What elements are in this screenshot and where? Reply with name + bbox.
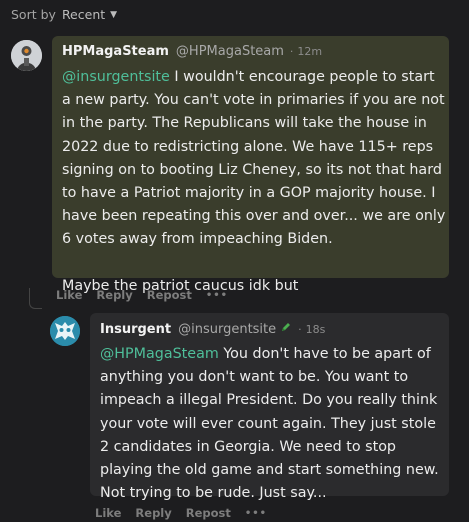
- reply-button[interactable]: Reply: [96, 288, 132, 302]
- pencil-icon: [282, 323, 291, 331]
- avatar[interactable]: [11, 40, 42, 71]
- repost-button[interactable]: Repost: [147, 288, 192, 302]
- like-button[interactable]: Like: [56, 288, 82, 302]
- comment-card: Insurgent @insurgentsite · 18s @HPMagaSt…: [90, 313, 449, 501]
- comment-text: I wouldn't encourage people to start a n…: [62, 69, 446, 248]
- comment-text: You don't have to be apart of anything y…: [100, 346, 439, 502]
- more-options-icon[interactable]: •••: [245, 508, 267, 519]
- author-handle[interactable]: @HPMagaSteam: [176, 44, 284, 59]
- comment-header: HPMagaSteam @HPMagaSteam · 12m: [62, 44, 322, 59]
- sort-value[interactable]: Recent: [62, 7, 105, 22]
- sort-control[interactable]: Sort by Recent ▼: [11, 7, 117, 22]
- more-options-icon[interactable]: •••: [206, 290, 228, 301]
- mention-link[interactable]: @HPMagaSteam: [100, 346, 219, 362]
- mention-link[interactable]: @insurgentsite: [62, 69, 170, 85]
- like-button[interactable]: Like: [95, 506, 121, 520]
- comment-actions: Like Reply Repost •••: [56, 288, 242, 302]
- author-name[interactable]: HPMagaSteam: [62, 44, 169, 59]
- sort-label: Sort by: [11, 7, 56, 22]
- author-name[interactable]: Insurgent: [100, 322, 171, 337]
- insurgent-logo-icon: [50, 316, 80, 346]
- comment-card: HPMagaSteam @HPMagaSteam · 12m @insurgen…: [52, 36, 449, 294]
- user-avatar-icon: [11, 40, 42, 71]
- reply-button[interactable]: Reply: [135, 506, 171, 520]
- separator-dot: ·: [298, 323, 302, 336]
- comment-header: Insurgent @insurgentsite · 18s: [100, 321, 325, 337]
- separator-dot: ·: [289, 45, 294, 58]
- repost-button[interactable]: Repost: [186, 506, 231, 520]
- thread-connector: [29, 288, 42, 309]
- avatar[interactable]: [50, 316, 80, 346]
- timestamp: 18s: [305, 323, 326, 336]
- timestamp: 12m: [297, 45, 323, 58]
- comment-actions: Like Reply Repost •••: [95, 506, 281, 520]
- comment-body: @insurgentsite I wouldn't encourage peop…: [62, 66, 447, 298]
- author-handle[interactable]: @insurgentsite: [178, 322, 276, 337]
- comment-body: @HPMagaSteam You don't have to be apart …: [100, 343, 447, 505]
- chevron-down-icon[interactable]: ▼: [110, 10, 117, 20]
